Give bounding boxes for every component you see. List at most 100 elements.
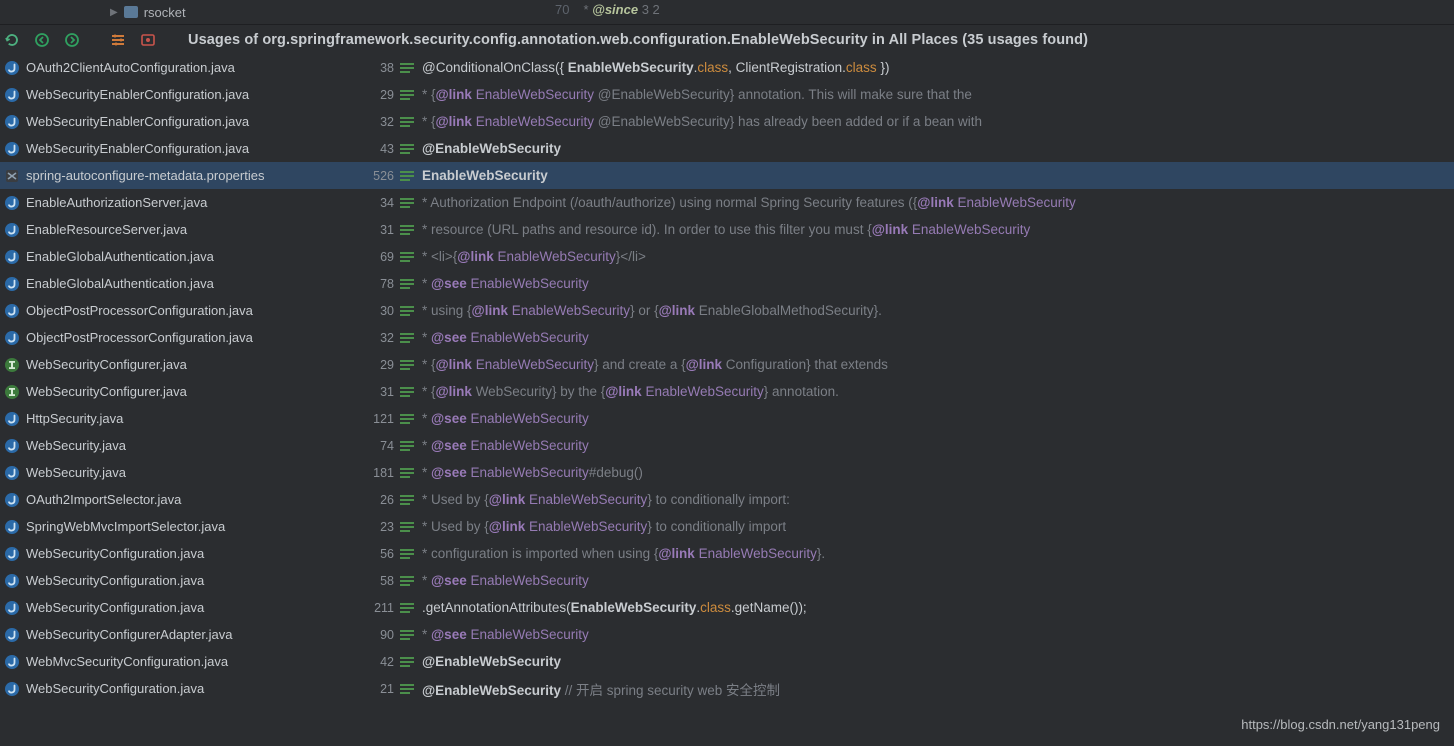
usage-row[interactable]: WebSecurityConfigurerAdapter.java90* @se… (0, 621, 1454, 648)
rerun-icon[interactable] (2, 30, 22, 50)
usage-kind-icon (400, 116, 414, 128)
code-snippet: * resource (URL paths and resource id). … (422, 222, 1030, 237)
usage-kind-icon (400, 278, 414, 290)
usage-kind-icon (400, 656, 414, 668)
usage-row[interactable]: OAuth2ImportSelector.java26* Used by {@l… (0, 486, 1454, 513)
file-name: WebSecurityConfiguration.java (26, 546, 360, 561)
file-name: WebSecurityConfiguration.java (26, 600, 360, 615)
file-name: WebSecurity.java (26, 465, 360, 480)
usage-row[interactable]: WebSecurityEnablerConfiguration.java32* … (0, 108, 1454, 135)
file-name: EnableGlobalAuthentication.java (26, 249, 360, 264)
java-file-icon (4, 600, 20, 616)
file-name: EnableGlobalAuthentication.java (26, 276, 360, 291)
java-file-icon (4, 87, 20, 103)
usage-kind-icon (400, 359, 414, 371)
usage-row[interactable]: SpringWebMvcImportSelector.java23* Used … (0, 513, 1454, 540)
usage-kind-icon (400, 305, 414, 317)
usage-row[interactable]: WebSecurityConfiguration.java56 * configu… (0, 540, 1454, 567)
find-usages-toolbar: Usages of org.springframework.security.c… (0, 24, 1454, 54)
usage-row[interactable]: WebSecurityConfiguration.java211.getAnno… (0, 594, 1454, 621)
code-snippet: EnableWebSecurity (422, 168, 548, 183)
java-file-icon (4, 195, 20, 211)
line-number: 43 (360, 142, 394, 156)
usage-kind-icon (400, 224, 414, 236)
prop-file-icon (4, 168, 20, 184)
code-snippet: @ConditionalOnClass({ EnableWebSecurity.… (422, 60, 889, 75)
file-name: ObjectPostProcessorConfiguration.java (26, 303, 360, 318)
usage-row[interactable]: OAuth2ClientAutoConfiguration.java38@Con… (0, 54, 1454, 81)
usage-row[interactable]: WebSecurityConfigurer.java31* {@link Web… (0, 378, 1454, 405)
line-number: 56 (360, 547, 394, 561)
usage-row[interactable]: ObjectPostProcessorConfiguration.java32*… (0, 324, 1454, 351)
line-number: 526 (360, 169, 394, 183)
usage-row[interactable]: WebMvcSecurityConfiguration.java42@Enabl… (0, 648, 1454, 675)
usage-row[interactable]: WebSecurityEnablerConfiguration.java29* … (0, 81, 1454, 108)
usage-kind-icon (400, 251, 414, 263)
watermark: https://blog.csdn.net/yang131peng (1241, 717, 1440, 732)
usages-title: Usages of org.springframework.security.c… (188, 32, 1088, 48)
line-number: 29 (360, 88, 394, 102)
usage-row[interactable]: EnableAuthorizationServer.java34* Author… (0, 189, 1454, 216)
usage-row[interactable]: WebSecurityEnablerConfiguration.java43@E… (0, 135, 1454, 162)
line-number: 21 (360, 682, 394, 696)
tree-folder-item[interactable]: ▶ rsocket (110, 5, 186, 20)
java-file-icon (4, 60, 20, 76)
file-name: ObjectPostProcessorConfiguration.java (26, 330, 360, 345)
file-name: WebSecurityConfiguration.java (26, 573, 360, 588)
java-file-icon (4, 519, 20, 535)
code-snippet: * {@link EnableWebSecurity @EnableWebSec… (422, 114, 982, 129)
code-snippet: .getAnnotationAttributes(EnableWebSecuri… (422, 600, 807, 615)
code-snippet: * @see EnableWebSecurity (422, 276, 589, 291)
line-number: 181 (360, 466, 394, 480)
code-snippet: @EnableWebSecurity // 开启 spring security… (422, 679, 780, 699)
usage-row[interactable]: WebSecurityConfiguration.java21@EnableWe… (0, 675, 1454, 702)
usage-row[interactable]: WebSecurityConfigurer.java29* {@link Ena… (0, 351, 1454, 378)
code-snippet: * Authorization Endpoint (/oauth/authori… (422, 195, 1076, 210)
java-file-icon (4, 465, 20, 481)
usage-row[interactable]: HttpSecurity.java121* @see EnableWebSecu… (0, 405, 1454, 432)
comment-star: * (583, 2, 592, 17)
usage-kind-icon (400, 332, 414, 344)
iface-file-icon (4, 357, 20, 373)
usage-row[interactable]: ObjectPostProcessorConfiguration.java30*… (0, 297, 1454, 324)
preview-icon[interactable] (138, 30, 158, 50)
code-snippet: * <li>{@link EnableWebSecurity}</li> (422, 249, 646, 264)
line-number: 29 (360, 358, 394, 372)
usage-row[interactable]: WebSecurity.java74* @see EnableWebSecuri… (0, 432, 1454, 459)
code-snippet: @EnableWebSecurity (422, 141, 561, 156)
doc-after: 3 2 (642, 2, 660, 17)
code-snippet: * {@link WebSecurity} by the {@link Enab… (422, 384, 839, 399)
line-number: 90 (360, 628, 394, 642)
settings-icon[interactable] (108, 30, 128, 50)
chevron-right-icon: ▶ (110, 7, 118, 18)
usage-row[interactable]: WebSecurity.java181 * @see EnableWebSecur… (0, 459, 1454, 486)
editor-line-no: 70 (555, 2, 569, 17)
file-name: WebSecurityConfigurerAdapter.java (26, 627, 360, 642)
file-name: OAuth2ClientAutoConfiguration.java (26, 60, 360, 75)
code-snippet: @EnableWebSecurity (422, 654, 561, 669)
usage-kind-icon (400, 89, 414, 101)
usage-row[interactable]: WebSecurityConfiguration.java58* @see En… (0, 567, 1454, 594)
file-name: EnableResourceServer.java (26, 222, 360, 237)
code-snippet: * @see EnableWebSecurity (422, 438, 589, 453)
line-number: 34 (360, 196, 394, 210)
usage-row[interactable]: EnableGlobalAuthentication.java69* <li>{… (0, 243, 1454, 270)
project-tree-strip: ▶ rsocket 70 * @since 3 2 (0, 0, 1454, 24)
usage-kind-icon (400, 548, 414, 560)
java-file-icon (4, 249, 20, 265)
usage-row[interactable]: EnableGlobalAuthentication.java78* @see … (0, 270, 1454, 297)
java-file-icon (4, 546, 20, 562)
usage-row[interactable]: spring-autoconfigure-metadata.properties… (0, 162, 1454, 189)
line-number: 30 (360, 304, 394, 318)
file-name: spring-autoconfigure-metadata.properties (26, 168, 360, 183)
java-file-icon (4, 654, 20, 670)
usage-row[interactable]: EnableResourceServer.java31* resource (U… (0, 216, 1454, 243)
prev-occurrence-icon[interactable] (32, 30, 52, 50)
code-snippet: * @see EnableWebSecurity#debug() (422, 465, 643, 480)
usages-results[interactable]: OAuth2ClientAutoConfiguration.java38@Con… (0, 54, 1454, 746)
code-snippet: * configuration is imported when using {… (422, 546, 825, 561)
usage-kind-icon (400, 413, 414, 425)
line-number: 32 (360, 331, 394, 345)
next-occurrence-icon[interactable] (62, 30, 82, 50)
file-name: SpringWebMvcImportSelector.java (26, 519, 360, 534)
